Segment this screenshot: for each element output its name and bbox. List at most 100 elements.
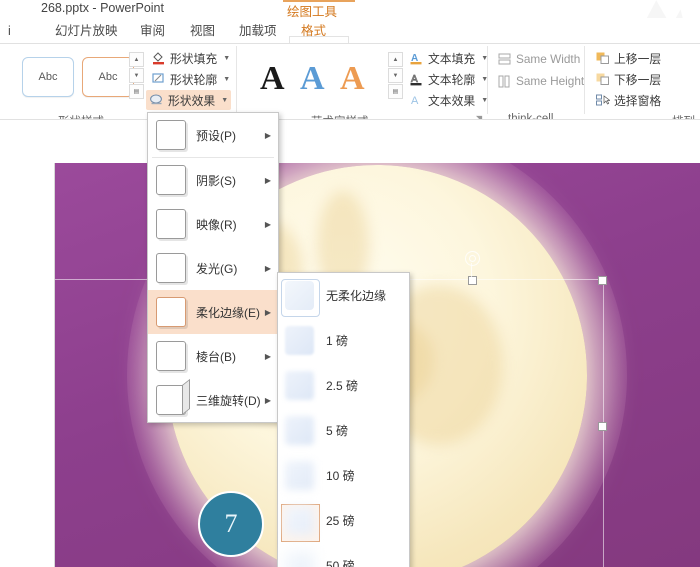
soft-edge-preview-icon: [285, 371, 314, 400]
submenu-arrow-icon: ▶: [264, 395, 271, 405]
rotation-handle[interactable]: [465, 251, 480, 266]
same-height-button[interactable]: Same Height: [494, 71, 587, 91]
menu-item-label: 阴影(S): [196, 173, 236, 188]
wordart-scroll-up-button[interactable]: ▲: [388, 52, 403, 67]
soft-edge-preview-icon: [285, 416, 314, 445]
menu-item-label: 预设(P): [196, 128, 236, 143]
menu-item-soft-edges[interactable]: 柔化边缘(E) ▶: [148, 290, 278, 334]
tab-addins[interactable]: 加载项: [239, 21, 277, 41]
submenu-item-1pt[interactable]: 1 磅: [278, 318, 409, 363]
menu-item-bevel[interactable]: 棱台(B) ▶: [148, 334, 278, 378]
submenu-item-50pt[interactable]: 50 磅: [278, 543, 409, 567]
fill-bucket-icon: [151, 51, 166, 65]
same-width-icon: [497, 52, 512, 66]
submenu-arrow-icon: ▶: [264, 263, 271, 273]
bring-forward-icon: [595, 51, 610, 65]
svg-text:A: A: [411, 95, 419, 107]
same-height-label: Same Height: [516, 74, 585, 88]
submenu-arrow-icon: ▶: [264, 307, 271, 317]
submenu-item-label: 1 磅: [326, 334, 349, 348]
submenu-item-label: 2.5 磅: [326, 379, 359, 393]
tab-view[interactable]: 视图: [190, 21, 215, 41]
same-width-label: Same Width: [516, 52, 581, 66]
submenu-item-5pt[interactable]: 5 磅: [278, 408, 409, 453]
soft-edge-preview-icon: [285, 551, 314, 567]
menu-item-reflection[interactable]: 映像(R) ▶: [148, 202, 278, 246]
text-outline-icon: A: [409, 72, 424, 86]
shape-style-thumb-2[interactable]: Abc: [82, 57, 134, 97]
ribbon: Abc Abc ▲ ▼ ▤ 形状填充 ▼ 形状轮廓 ▼ 形状效果 ▼ A A A…: [0, 44, 700, 128]
shape-style-thumb-1[interactable]: Abc: [22, 57, 74, 97]
ribbon-tab-strip: i 幻灯片放映 审阅 视图 加载项 格式: [0, 18, 700, 63]
shape-outline-button[interactable]: 形状轮廓 ▼: [148, 69, 233, 89]
submenu-arrow-icon: ▶: [264, 351, 271, 361]
wordart-more-button[interactable]: ▤: [388, 84, 403, 99]
menu-item-preset[interactable]: 预设(P) ▶: [148, 113, 278, 157]
gallery-scroll-up-button[interactable]: ▲: [129, 52, 144, 67]
chevron-down-icon: ▼: [223, 75, 231, 83]
soft-edge-preview-icon: [285, 326, 314, 355]
soft-edge-preview-icon: [285, 506, 314, 535]
step-badge: 7: [198, 491, 264, 557]
submenu-item-10pt[interactable]: 10 磅: [278, 453, 409, 498]
bring-forward-label: 上移一层: [614, 51, 662, 66]
group-divider-thinkcell: [584, 46, 585, 114]
tab-review[interactable]: 审阅: [140, 21, 165, 41]
step-badge-number: 7: [224, 509, 238, 538]
menu-item-shadow[interactable]: 阴影(S) ▶: [148, 158, 278, 202]
menu-item-3d-rotation[interactable]: 三维旋转(D) ▶: [148, 378, 278, 422]
chevron-down-icon: ▼: [223, 54, 231, 62]
menu-item-glow[interactable]: 发光(G) ▶: [148, 246, 278, 290]
shadow-swatch-icon: [156, 165, 186, 195]
same-width-button[interactable]: Same Width: [494, 49, 583, 69]
text-effects-label: 文本效果: [428, 93, 476, 108]
shape-effects-menu[interactable]: 预设(P) ▶ 阴影(S) ▶ 映像(R) ▶ 发光(G) ▶ 柔化边缘(E) …: [147, 112, 279, 423]
wordart-style-1[interactable]: A: [260, 62, 285, 96]
tab-partial[interactable]: i: [8, 21, 11, 41]
menu-item-label: 柔化边缘(E): [196, 305, 260, 320]
glow-swatch-icon: [156, 253, 186, 283]
shape-outline-label: 形状轮廓: [170, 72, 218, 87]
soft-edges-submenu[interactable]: 无柔化边缘 1 磅 2.5 磅 5 磅 10 磅 25 磅 50 磅: [277, 272, 410, 567]
selection-pane-icon: [595, 93, 611, 107]
bring-forward-button[interactable]: 上移一层: [592, 48, 664, 68]
powerpoint-window: 268.pptx - PowerPoint 绘图工具 i 幻灯片放映 审阅 视图…: [0, 0, 700, 567]
submenu-item-label: 无柔化边缘: [326, 289, 387, 303]
submenu-item-2-5pt[interactable]: 2.5 磅: [278, 363, 409, 408]
submenu-item-label: 50 磅: [326, 559, 355, 567]
gallery-scroll-down-button[interactable]: ▼: [129, 68, 144, 83]
text-outline-button[interactable]: A 文本轮廓 ▼: [406, 69, 491, 89]
shape-fill-button[interactable]: 形状填充 ▼: [148, 48, 233, 68]
title-bar: 268.pptx - PowerPoint 绘图工具: [0, 0, 700, 32]
document-title: 268.pptx - PowerPoint: [41, 1, 164, 15]
submenu-arrow-icon: ▶: [264, 219, 271, 229]
selection-pane-label: 选择窗格: [614, 93, 662, 108]
gallery-more-button[interactable]: ▤: [129, 84, 144, 99]
tab-slideshow[interactable]: 幻灯片放映: [55, 21, 118, 41]
shape-fill-label: 形状填充: [170, 51, 218, 66]
menu-item-label: 映像(R): [196, 217, 237, 232]
submenu-item-no-soft-edges[interactable]: 无柔化边缘: [278, 273, 409, 318]
shape-effects-button[interactable]: 形状效果 ▼: [146, 90, 232, 110]
selection-handle-top-right[interactable]: [598, 276, 607, 285]
selected-outline-icon: [281, 279, 320, 317]
selection-handle-top-center[interactable]: [468, 276, 477, 285]
menu-item-label: 发光(G): [196, 261, 238, 276]
wordart-style-2[interactable]: A: [300, 62, 325, 96]
submenu-arrow-icon: ▶: [264, 130, 271, 140]
text-fill-button[interactable]: A 文本填充 ▼: [406, 48, 491, 68]
selection-handle-middle-right[interactable]: [598, 422, 607, 431]
group-divider-shape-styles: [236, 46, 237, 114]
menu-item-label: 三维旋转(D): [196, 393, 261, 408]
wordart-scroll-down-button[interactable]: ▼: [388, 68, 403, 83]
submenu-item-label: 10 磅: [326, 469, 355, 483]
submenu-item-25pt[interactable]: 25 磅: [278, 498, 409, 543]
outline-pen-icon: [151, 72, 166, 86]
text-outline-label: 文本轮廓: [428, 72, 476, 87]
shape-effects-label: 形状效果: [168, 93, 216, 108]
wordart-style-3[interactable]: A: [340, 62, 365, 96]
selection-pane-button[interactable]: 选择窗格: [592, 90, 664, 110]
send-backward-button[interactable]: 下移一层: [592, 69, 664, 89]
tab-format[interactable]: 格式: [301, 21, 326, 41]
text-effects-button[interactable]: A 文本效果 ▼: [406, 90, 491, 110]
